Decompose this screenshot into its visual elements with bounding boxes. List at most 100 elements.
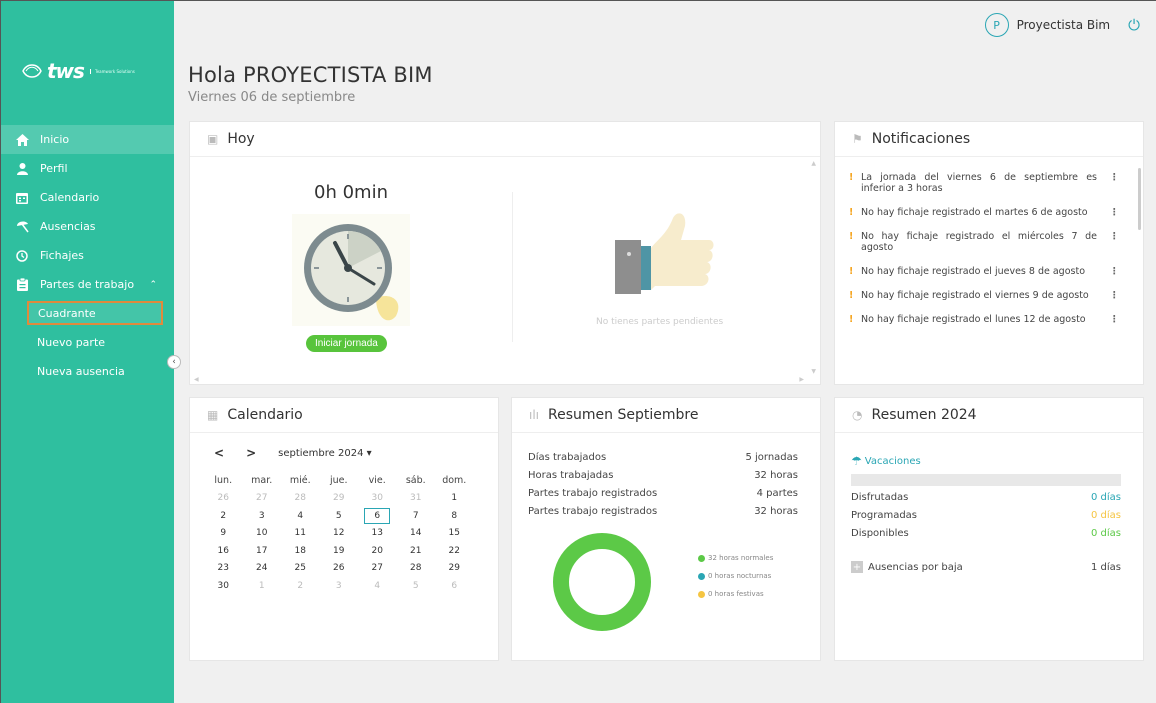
month-summary-list: Días trabajados 5 jornadas Horas trabajad… xyxy=(528,448,798,520)
notification-item[interactable]: ! La jornada del viernes 6 de septiembre … xyxy=(849,172,1119,194)
more-options-icon[interactable]: ⋮ xyxy=(1097,207,1120,218)
calendar-day[interactable]: 22 xyxy=(435,546,474,556)
calendar-day[interactable]: 21 xyxy=(397,546,436,556)
brand-logo[interactable]: tws Teamwork Solutions xyxy=(21,59,135,83)
notification-item[interactable]: ! No hay fichaje registrado el viernes 9 … xyxy=(849,290,1119,301)
card-title: Resumen Septiembre xyxy=(548,407,699,423)
umbrella-icon xyxy=(15,220,29,234)
calendar-day[interactable]: 30 xyxy=(358,493,397,503)
scroll-down-icon[interactable]: ▼ xyxy=(811,368,816,375)
calendar-day[interactable]: 13 xyxy=(358,528,397,538)
summary-row: Partes trabajo registrados 32 horas xyxy=(528,502,798,520)
calendar-day[interactable]: 1 xyxy=(435,493,474,503)
notification-item[interactable]: ! No hay fichaje registrado el martes 6 d… xyxy=(849,207,1119,218)
calendar-day[interactable]: 11 xyxy=(281,528,320,538)
calendar-day[interactable]: 15 xyxy=(435,528,474,538)
sidebar-item-calendario[interactable]: Calendario xyxy=(1,183,175,212)
calendar-day[interactable]: 3 xyxy=(320,581,359,591)
more-options-icon[interactable]: ⋮ xyxy=(1097,290,1120,301)
calendar-day[interactable]: 14 xyxy=(397,528,436,538)
sidebar-item-label: Fichajes xyxy=(40,249,84,262)
calendar-day[interactable]: 19 xyxy=(320,546,359,556)
user-menu[interactable]: P Proyectista Bim ⏻ xyxy=(984,13,1140,37)
calendar-day[interactable]: 31 xyxy=(397,493,436,503)
calendar-day[interactable]: 6 xyxy=(435,581,474,591)
sidebar-subitem-label: Nuevo parte xyxy=(37,336,106,349)
scroll-left-icon[interactable]: ◀ xyxy=(194,376,199,383)
scroll-up-icon[interactable]: ▲ xyxy=(811,160,816,167)
calendar-day[interactable]: 24 xyxy=(243,563,282,573)
calendar-day[interactable]: 12 xyxy=(320,528,359,538)
calendar-day[interactable]: 30 xyxy=(204,581,243,591)
scrollbar[interactable] xyxy=(1138,168,1141,230)
power-icon[interactable]: ⏻ xyxy=(1128,16,1140,34)
calendar-day[interactable]: 29 xyxy=(435,563,474,573)
calendar-day[interactable]: 4 xyxy=(358,581,397,591)
calendar-day[interactable]: 28 xyxy=(281,493,320,503)
month-select[interactable]: septiembre 2024 ▾ xyxy=(278,448,372,459)
more-options-icon[interactable]: ⋮ xyxy=(1097,266,1120,277)
calendar-day[interactable]: 2 xyxy=(281,581,320,591)
calendar-day[interactable]: 29 xyxy=(320,493,359,503)
calendar-day[interactable]: 27 xyxy=(243,493,282,503)
chevron-left-icon[interactable]: < xyxy=(214,446,224,460)
sidebar-item-perfil[interactable]: Perfil xyxy=(1,154,175,183)
vacation-label: Disfrutadas xyxy=(851,491,909,503)
logo-text: tws xyxy=(47,59,85,83)
more-options-icon[interactable]: ⋮ xyxy=(1097,314,1120,325)
vacations-list: Disfrutadas 0 días Programadas 0 días Disp… xyxy=(851,488,1121,542)
legend-dot xyxy=(698,554,705,562)
weekday-label: jue. xyxy=(329,475,348,487)
calendar-day[interactable]: 4 xyxy=(281,511,320,521)
more-options-icon[interactable]: ⋮ xyxy=(1097,231,1120,253)
calendar-day[interactable]: 26 xyxy=(320,563,359,573)
legend-label: 0 horas nocturnas xyxy=(708,572,772,580)
sidebar-item-ausencias[interactable]: Ausencias xyxy=(1,212,175,241)
summary-row: Partes trabajo registrados 4 partes xyxy=(528,484,798,502)
sidebar-item-partes[interactable]: Partes de trabajo ⌃ xyxy=(1,270,175,299)
calendar-day[interactable]: 26 xyxy=(204,493,243,503)
calendar-day[interactable]: 8 xyxy=(435,511,474,521)
calendar-day[interactable]: 23 xyxy=(204,563,243,573)
sidebar: tws Teamwork Solutions Inicio Perfil Cal… xyxy=(0,0,181,703)
main-content: P Proyectista Bim ⏻ Hola PROYECTISTA BIM… xyxy=(174,0,1156,703)
sidebar-item-fichajes[interactable]: Fichajes xyxy=(1,241,175,270)
calendar-day[interactable]: 18 xyxy=(281,546,320,556)
warning-icon: ! xyxy=(849,266,854,277)
notification-item[interactable]: ! No hay fichaje registrado el lunes 12 d… xyxy=(849,314,1119,325)
scroll-right-icon[interactable]: ▶ xyxy=(799,376,804,383)
calendar-day[interactable]: 20 xyxy=(358,546,397,556)
calendar-day[interactable]: 25 xyxy=(281,563,320,573)
year-summary-card: ◔ Resumen 2024 ☂ Vacaciones Disfrutadas 0… xyxy=(834,397,1144,661)
notification-item[interactable]: ! No hay fichaje registrado el jueves 8 d… xyxy=(849,266,1119,277)
legend-label: 32 horas normales xyxy=(708,554,774,562)
more-options-icon[interactable]: ⋮ xyxy=(1097,172,1120,194)
calendar-day[interactable]: 27 xyxy=(358,563,397,573)
start-shift-button[interactable]: Iniciar jornada xyxy=(306,335,387,352)
weekday-label: mié. xyxy=(289,475,311,487)
chevron-right-icon[interactable]: > xyxy=(246,446,256,460)
summary-label: Días trabajados xyxy=(528,451,607,463)
warning-icon: ! xyxy=(849,231,854,242)
calendar-day[interactable]: 3 xyxy=(243,511,282,521)
calendar-day[interactable]: 7 xyxy=(397,511,436,521)
calendar-day[interactable]: 5 xyxy=(397,581,436,591)
sidebar-subitem-cuadrante[interactable]: Cuadrante xyxy=(27,301,163,325)
calendar-day[interactable]: 2 xyxy=(204,511,243,521)
calendar-day[interactable]: 10 xyxy=(243,528,282,538)
calendar-day[interactable]: 5 xyxy=(320,511,359,521)
sidebar-item-inicio[interactable]: Inicio xyxy=(1,125,175,154)
calendar-day[interactable]: 28 xyxy=(397,563,436,573)
calendar-day[interactable]: 1 xyxy=(243,581,282,591)
calendar-day[interactable]: 17 xyxy=(243,546,282,556)
clock-illustration-icon xyxy=(292,214,410,326)
calendar-day[interactable]: 16 xyxy=(204,546,243,556)
calendar-day[interactable]: 9 xyxy=(204,528,243,538)
calendar-day-today[interactable]: 6 xyxy=(358,507,397,524)
legend-dot xyxy=(698,590,705,598)
sidebar-subitem-nuevo-parte[interactable]: Nuevo parte xyxy=(1,328,175,357)
absences-label: Ausencias por baja xyxy=(868,561,963,573)
notification-text: No hay fichaje registrado el jueves 8 de… xyxy=(861,266,1086,277)
notification-item[interactable]: ! No hay fichaje registrado el miércoles … xyxy=(849,231,1119,253)
sidebar-subitem-nueva-ausencia[interactable]: Nueva ausencia xyxy=(1,357,175,386)
